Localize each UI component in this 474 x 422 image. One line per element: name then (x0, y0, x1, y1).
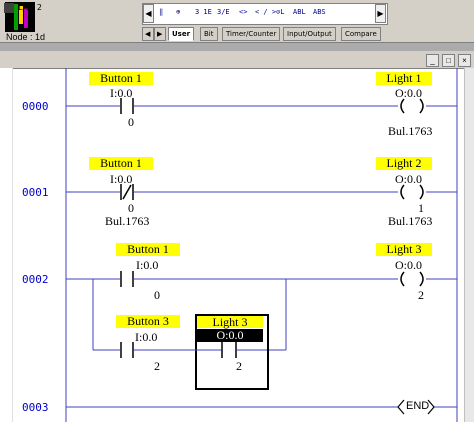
contact-address: I:0.0 (110, 172, 133, 186)
contact-bit: 2 (236, 359, 242, 373)
contact-address: I:0.0 (135, 330, 158, 344)
xic-contact[interactable] (120, 271, 134, 287)
contact-description: Bul.1763 (105, 214, 150, 228)
end-of-program-label: END (406, 400, 430, 412)
coil-symbol-label: Light 2 (376, 157, 432, 170)
rung-number[interactable]: 0003 (22, 401, 49, 414)
coil-address: O:0.0 (395, 258, 422, 272)
ote-coil[interactable] (400, 98, 424, 114)
rung-number[interactable]: 0000 (22, 100, 49, 113)
contact-address: I:0.0 (136, 258, 159, 272)
coil-address: O:0.0 (395, 172, 422, 186)
rung-number[interactable]: 0002 (22, 273, 49, 286)
contact-symbol-label: Button 1 (89, 72, 153, 85)
contact-symbol-label: Button 1 (89, 157, 153, 170)
coil-symbol-label: Light 3 (376, 243, 432, 256)
rung-number[interactable]: 0001 (22, 186, 49, 199)
coil-symbol-label: Light 1 (376, 72, 432, 85)
contact-address: I:0.0 (110, 86, 133, 100)
selected-xic-contact[interactable] (195, 314, 269, 390)
ote-coil[interactable] (400, 184, 424, 200)
coil-description: Bul.1763 (388, 124, 433, 138)
xic-contact[interactable] (120, 342, 134, 358)
ote-coil[interactable] (400, 271, 424, 287)
coil-description: Bul.1763 (388, 214, 433, 228)
contact-symbol-label: Button 3 (116, 315, 180, 328)
contact-bit: 0 (128, 115, 134, 129)
contact-bit: 2 (154, 359, 160, 373)
coil-bit: 2 (418, 288, 424, 302)
contact-symbol-label: Button 1 (116, 243, 180, 256)
coil-address: O:0.0 (395, 86, 422, 100)
contact-bit: 0 (154, 288, 160, 302)
